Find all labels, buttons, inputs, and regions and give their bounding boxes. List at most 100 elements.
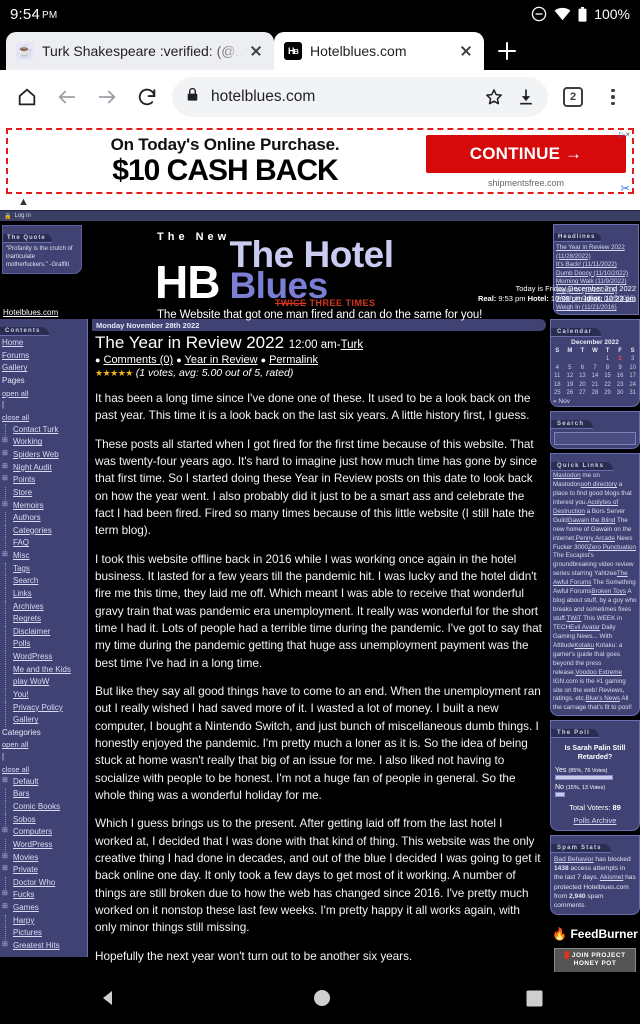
- wp-admin-bar[interactable]: 🔒 Log in: [0, 210, 640, 221]
- calendar-day[interactable]: 6: [576, 364, 589, 373]
- home-circle-icon[interactable]: [313, 989, 331, 1007]
- sidebar-item-doctor-who[interactable]: Doctor Who: [2, 876, 85, 890]
- calendar-day[interactable]: 2: [614, 356, 627, 365]
- sidebar-item-computers[interactable]: Computers: [2, 825, 85, 839]
- close-all-link[interactable]: close all: [2, 765, 29, 774]
- calendar-day[interactable]: 11: [551, 373, 564, 382]
- quick-link[interactable]: Gawain the Blind: [568, 517, 616, 524]
- headline-link[interactable]: Weigh In (11/21/2016): [556, 304, 636, 313]
- sidebar-item-points[interactable]: Points: [2, 473, 85, 487]
- sidebar-item-games[interactable]: Games: [2, 901, 85, 915]
- post-category-link[interactable]: Year in Review: [185, 354, 258, 366]
- sidebar-item-authors[interactable]: Authors: [2, 512, 85, 525]
- sidebar-item-me-and-the-kids-play-wow[interactable]: Me and the Kids play WoW: [2, 663, 85, 690]
- sidebar-item-misc[interactable]: Misc: [2, 549, 85, 563]
- calendar-day[interactable]: 17: [626, 373, 639, 382]
- calendar-day[interactable]: 28: [589, 390, 602, 399]
- sidebar-item-pictures[interactable]: Pictures: [2, 927, 85, 940]
- back-triangle-icon[interactable]: [98, 988, 118, 1008]
- sidebar-item-wordpress[interactable]: WordPress: [2, 838, 85, 852]
- calendar-day[interactable]: 23: [614, 381, 627, 390]
- browser-tab-inactive[interactable]: ☕ Turk Shakespeare :verified: (@...: [6, 32, 274, 70]
- feedburner-badge[interactable]: 🔥 FeedBurner: [550, 918, 640, 944]
- sidebar-item-privacy-policy[interactable]: Privacy Policy: [2, 701, 85, 715]
- close-all-link[interactable]: close all: [2, 413, 29, 422]
- honeypot-badge[interactable]: █ JOIN PROJECT HONEY POT: [554, 947, 636, 973]
- calendar-prev-link[interactable]: « Nov: [553, 398, 570, 405]
- calendar-day[interactable]: 10: [626, 364, 639, 373]
- browser-tab-active[interactable]: HB Hotelblues.com: [274, 32, 484, 70]
- sidebar-item-archives[interactable]: Archives: [2, 600, 85, 614]
- quick-link[interactable]: Mastodon: [553, 472, 581, 479]
- headline-link[interactable]: It's Back! (11/11/2022): [556, 261, 636, 270]
- calendar-day[interactable]: 7: [589, 364, 602, 373]
- sidebar-item-home[interactable]: Home: [2, 337, 85, 350]
- sidebar-item-links[interactable]: Links: [2, 587, 85, 601]
- close-icon[interactable]: [244, 39, 268, 63]
- calendar-day[interactable]: 5: [564, 364, 577, 373]
- quick-link[interactable]: Broken Toys: [591, 588, 626, 595]
- calendar-day[interactable]: 4: [551, 364, 564, 373]
- calendar-day[interactable]: 24: [626, 381, 639, 390]
- calendar-day[interactable]: 22: [601, 381, 614, 390]
- calendar-day[interactable]: 26: [564, 390, 577, 399]
- search-input[interactable]: [554, 432, 636, 445]
- calendar-prev-nav[interactable]: « Nov: [551, 398, 639, 406]
- address-bar[interactable]: hotelblues.com: [172, 77, 548, 117]
- calendar-day[interactable]: 25: [551, 390, 564, 399]
- sidebar-item-forums[interactable]: Forums: [2, 350, 85, 363]
- sidebar-item-fucks[interactable]: Fucks: [2, 888, 85, 902]
- close-icon[interactable]: [454, 39, 478, 63]
- calendar-day[interactable]: 30: [614, 390, 627, 399]
- star-rating-icon[interactable]: ★★★★★: [95, 368, 133, 378]
- sidebar-item-night-audit[interactable]: Night Audit: [2, 461, 85, 475]
- sidebar-item-harpy[interactable]: Harpy: [2, 914, 85, 928]
- sidebar-item-polls[interactable]: Polls: [2, 638, 85, 651]
- download-icon[interactable]: [510, 78, 542, 116]
- ad-banner[interactable]: On Today's Online Purchase. $10 CASH BAC…: [0, 124, 640, 210]
- new-tab-button[interactable]: [484, 32, 530, 70]
- quick-link[interactable]: TWiT: [567, 615, 582, 622]
- sidebar-item-sobos[interactable]: Sobos: [2, 813, 85, 827]
- open-all-link[interactable]: open all: [2, 740, 28, 749]
- calendar-day[interactable]: 16: [614, 373, 627, 382]
- calendar-day[interactable]: 3: [626, 356, 639, 365]
- sidebar-item-categories[interactable]: Categories: [2, 524, 85, 538]
- sidebar-item-regrets[interactable]: Regrets: [2, 613, 85, 626]
- sidebar-item-store[interactable]: Store: [2, 486, 85, 500]
- site-home-link[interactable]: Hotelblues.com: [3, 308, 58, 317]
- sidebar-item-spiders-web[interactable]: Spiders Web: [2, 448, 85, 462]
- overflow-menu-icon[interactable]: [594, 78, 632, 116]
- quick-link[interactable]: Evil Avatar: [570, 624, 600, 631]
- open-all-link[interactable]: open all: [2, 389, 28, 398]
- quick-link[interactable]: ooh directory: [581, 481, 617, 488]
- quick-link[interactable]: Blue's News: [586, 695, 620, 702]
- site-logo[interactable]: The New HB The Hotel Blues TWICE THREE T…: [155, 231, 495, 321]
- calendar-day[interactable]: 1: [601, 356, 614, 365]
- calendar-day[interactable]: 8: [601, 364, 614, 373]
- calendar-day[interactable]: 20: [576, 381, 589, 390]
- sidebar-item-tags[interactable]: Tags: [2, 562, 85, 576]
- quick-link[interactable]: Penny Arcade: [576, 535, 615, 542]
- ad-close-icon[interactable]: ✂: [621, 182, 630, 195]
- sidebar-item-disclaimer[interactable]: Disclaimer: [2, 625, 85, 639]
- calendar-day[interactable]: 9: [614, 364, 627, 373]
- sidebar-item-you[interactable]: You!: [2, 688, 85, 702]
- sidebar-item-gallery[interactable]: Gallery: [2, 714, 85, 727]
- calendar-day[interactable]: 14: [589, 373, 602, 382]
- calendar-day[interactable]: 15: [601, 373, 614, 382]
- calendar-day[interactable]: 12: [564, 373, 577, 382]
- sidebar-item-movies[interactable]: Movies: [2, 851, 85, 865]
- calendar-day[interactable]: 19: [564, 381, 577, 390]
- polls-archive-link[interactable]: Polls Archive: [574, 816, 617, 825]
- post-author-link[interactable]: Turk: [341, 339, 364, 351]
- bookmark-star-icon[interactable]: [478, 78, 510, 116]
- sidebar-item-comic-books[interactable]: Comic Books: [2, 801, 85, 814]
- sidebar-item-wordpress[interactable]: WordPress: [2, 651, 85, 664]
- recents-square-icon[interactable]: [526, 990, 543, 1007]
- sidebar-item-faq[interactable]: FAQ: [2, 537, 85, 550]
- post-rating[interactable]: ★★★★★ (1 votes, avg: 5.00 out of 5, rate…: [92, 367, 546, 379]
- calendar-day[interactable]: 29: [601, 390, 614, 399]
- home-icon[interactable]: [8, 78, 46, 116]
- sidebar-item-default[interactable]: Default: [2, 775, 85, 789]
